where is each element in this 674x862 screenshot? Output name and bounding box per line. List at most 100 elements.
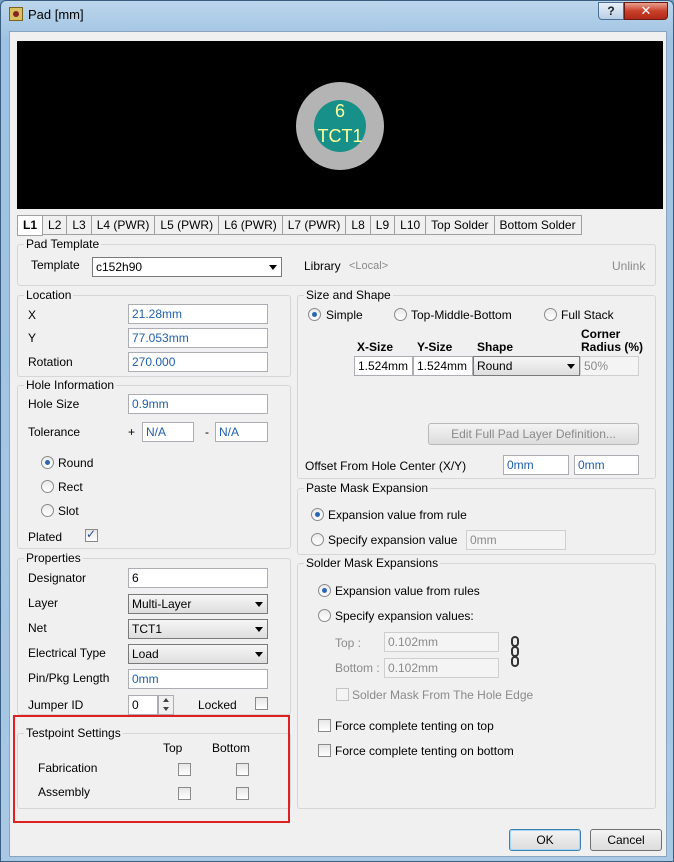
solder-bottom-input[interactable]: 0.102mm	[384, 658, 499, 678]
paste-from-rule-radio[interactable]	[311, 508, 324, 521]
tent-top-label[interactable]: Force complete tenting on top	[335, 719, 494, 733]
paste-from-rule-label[interactable]: Expansion value from rule	[328, 508, 467, 522]
hole-rect-label[interactable]: Rect	[58, 480, 83, 494]
help-button[interactable]: ?	[598, 2, 624, 20]
rotation-label: Rotation	[28, 355, 73, 369]
dialog-client-area: 6 TCT1 L1 L2 L3 L4 (PWR) L5 (PWR) L6 (PW…	[9, 31, 667, 857]
full-stack-radio[interactable]	[544, 308, 557, 321]
chevron-down-icon	[255, 652, 263, 657]
top-middle-bottom-radio[interactable]	[394, 308, 407, 321]
library-value: <Local>	[349, 260, 389, 272]
y-label: Y	[28, 331, 37, 345]
library-label: Library	[304, 259, 341, 273]
paste-specify-radio[interactable]	[311, 533, 324, 546]
jumper-id-spinner[interactable]	[158, 695, 174, 715]
jumper-id-input[interactable]: 0	[128, 695, 158, 715]
tolerance-minus-input[interactable]: N/A	[215, 422, 268, 442]
tab-top-solder[interactable]: Top Solder	[426, 215, 495, 235]
hole-slot-radio[interactable]	[41, 504, 54, 517]
tab-l7[interactable]: L7 (PWR)	[282, 215, 347, 235]
app-icon	[9, 7, 23, 21]
solder-from-rules-label[interactable]: Expansion value from rules	[335, 584, 480, 598]
y-input[interactable]: 77.053mm	[128, 328, 268, 348]
designator-label: Designator	[28, 571, 87, 585]
locked-checkbox[interactable]	[255, 697, 268, 710]
hole-size-input[interactable]: 0.9mm	[128, 394, 268, 414]
shape-select[interactable]: Round	[473, 356, 580, 376]
paste-value-input[interactable]: 0mm	[466, 530, 566, 550]
edit-full-pad-layer-button[interactable]: Edit Full Pad Layer Definition...	[428, 423, 639, 445]
cancel-button[interactable]: Cancel	[590, 829, 662, 851]
unlink-button[interactable]: Unlink	[612, 259, 645, 273]
plated-checkbox[interactable]	[85, 527, 98, 542]
ok-button[interactable]: OK	[509, 829, 581, 851]
layer-label: Layer	[28, 596, 59, 610]
chevron-down-icon	[567, 364, 575, 369]
tolerance-label: Tolerance	[28, 425, 81, 439]
layer-tabs: L1 L2 L3 L4 (PWR) L5 (PWR) L6 (PWR) L7 (…	[17, 215, 582, 236]
rotation-input[interactable]: 270.000	[128, 352, 268, 372]
link-chain-icon[interactable]	[511, 636, 521, 676]
hole-info-group: Hole Information Hole Size 0.9mm Toleran…	[17, 378, 291, 549]
tolerance-minus-sign: -	[205, 425, 209, 439]
net-select[interactable]: TCT1	[128, 619, 268, 639]
y-size-input[interactable]: 1.524mm	[413, 356, 473, 376]
electrical-type-select[interactable]: Load	[128, 644, 268, 664]
solder-top-input[interactable]: 0.102mm	[384, 632, 499, 652]
simple-radio[interactable]	[308, 308, 321, 321]
close-icon: ✕	[640, 3, 652, 18]
tab-l3[interactable]: L3	[67, 215, 92, 235]
pad-number-label: 6	[334, 101, 345, 121]
pad-template-group: Pad Template Template c152h90 Library <L…	[17, 237, 656, 286]
offset-from-hole-label: Offset From Hole Center (X/Y)	[305, 459, 467, 473]
offset-y-input[interactable]: 0mm	[574, 455, 639, 475]
tab-l10[interactable]: L10	[395, 215, 427, 235]
tab-l6[interactable]: L6 (PWR)	[219, 215, 283, 235]
solder-specify-label[interactable]: Specify expansion values:	[335, 609, 474, 623]
tab-l5[interactable]: L5 (PWR)	[155, 215, 220, 235]
testpoint-highlight-box	[13, 715, 290, 823]
from-hole-edge-label[interactable]: Solder Mask From The Hole Edge	[352, 688, 533, 702]
tent-bottom-checkbox[interactable]	[318, 744, 331, 757]
pin-pkg-length-input[interactable]: 0mm	[128, 669, 268, 689]
pad-preview: 6 TCT1	[17, 41, 663, 209]
chevron-down-icon	[255, 627, 263, 632]
corner-header-2: Radius (%)	[581, 340, 644, 354]
tab-l9[interactable]: L9	[370, 215, 396, 235]
solder-specify-radio[interactable]	[318, 609, 331, 622]
designator-input[interactable]: 6	[128, 568, 268, 588]
pad-net-label: TCT1	[317, 126, 363, 146]
simple-label[interactable]: Simple	[326, 308, 363, 322]
tab-l2[interactable]: L2	[43, 215, 68, 235]
tab-l4[interactable]: L4 (PWR)	[91, 215, 156, 235]
layer-select[interactable]: Multi-Layer	[128, 594, 268, 614]
close-button[interactable]: ✕	[624, 2, 668, 20]
template-select[interactable]: c152h90	[92, 257, 282, 277]
hole-size-label: Hole Size	[28, 397, 80, 411]
top-middle-bottom-label[interactable]: Top-Middle-Bottom	[411, 308, 512, 322]
tent-top-checkbox[interactable]	[318, 719, 331, 732]
properties-title: Properties	[24, 551, 83, 565]
from-hole-edge-checkbox[interactable]	[336, 688, 349, 701]
full-stack-label[interactable]: Full Stack	[561, 308, 614, 322]
tab-l8[interactable]: L8	[346, 215, 371, 235]
tab-bottom-solder[interactable]: Bottom Solder	[494, 215, 582, 235]
hole-slot-label[interactable]: Slot	[58, 504, 79, 518]
corner-radius-input[interactable]: 50%	[580, 356, 639, 376]
hole-round-radio[interactable]	[41, 456, 54, 469]
offset-x-input[interactable]: 0mm	[503, 455, 569, 475]
solder-from-rules-radio[interactable]	[318, 584, 331, 597]
title-bar[interactable]: Pad [mm] ? ✕	[1, 1, 673, 31]
tolerance-plus-input[interactable]: N/A	[142, 422, 194, 442]
tab-l1[interactable]: L1	[17, 215, 44, 236]
solder-mask-title: Solder Mask Expansions	[304, 556, 441, 570]
pad-template-title: Pad Template	[24, 237, 102, 251]
hole-round-label[interactable]: Round	[58, 456, 93, 470]
hole-rect-radio[interactable]	[41, 480, 54, 493]
x-input[interactable]: 21.28mm	[128, 304, 268, 324]
x-size-input[interactable]: 1.524mm	[354, 356, 413, 376]
paste-specify-label[interactable]: Specify expansion value	[328, 533, 457, 547]
net-value: TCT1	[132, 622, 162, 636]
tent-bottom-label[interactable]: Force complete tenting on bottom	[335, 744, 514, 758]
template-value: c152h90	[96, 260, 143, 274]
